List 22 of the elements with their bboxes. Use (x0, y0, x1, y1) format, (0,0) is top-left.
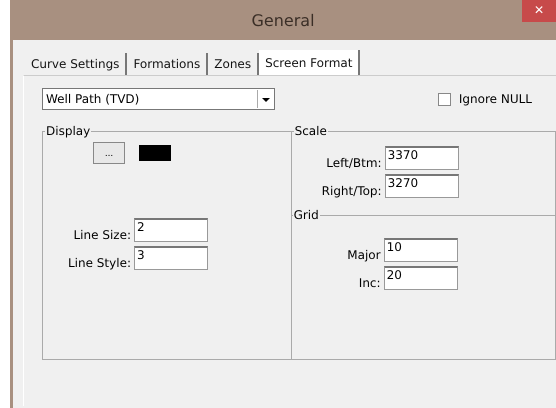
group-title: Scale (294, 124, 328, 138)
field-label: Line Size: (72, 228, 131, 242)
input-field[interactable]: 3370 (384, 146, 459, 170)
window-title: General (251, 10, 315, 30)
input-field[interactable]: 2 (134, 218, 208, 242)
field-label: Major (346, 248, 381, 262)
color-picker-button[interactable]: ... (93, 142, 125, 164)
checkbox[interactable] (438, 92, 451, 106)
input-field[interactable]: 3270 (384, 174, 459, 198)
field-label: Line Style: (66, 256, 131, 270)
checkbox-label: Ignore NULL (458, 92, 532, 106)
input-field[interactable]: 3 (134, 246, 208, 270)
curve-dropdown[interactable]: Well Path (TVD) (42, 88, 275, 110)
field-label: Right/Top: (320, 184, 382, 198)
input-field[interactable]: 20 (384, 266, 458, 290)
field-label: Inc: (358, 276, 381, 290)
input-field[interactable]: 10 (384, 238, 458, 262)
group-title: Display (45, 124, 92, 138)
tab[interactable]: Screen Format (259, 50, 360, 76)
close-button[interactable]: × (522, 0, 556, 22)
field-label: Left/Btm: (325, 156, 382, 170)
group-title: Grid (292, 208, 320, 222)
